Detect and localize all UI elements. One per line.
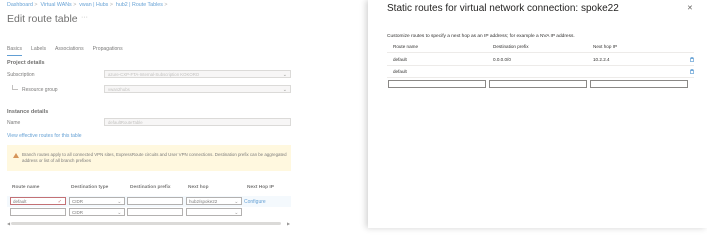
static-route-name: default — [393, 69, 407, 74]
delete-icon[interactable] — [690, 57, 694, 62]
delete-icon[interactable] — [690, 69, 694, 74]
row-divider — [387, 77, 694, 78]
edit-route-table-blade: Dashboard > Virtual WANs > vwan | Hubs > hu… — [0, 0, 368, 228]
static-route-destination-prefix: 0.0.0.0/0 — [493, 57, 511, 62]
col-header-next-hop-ip: Next hop IP — [593, 44, 618, 49]
col-header-route-name: Route name — [393, 44, 419, 49]
new-destination-prefix-input[interactable] — [489, 80, 587, 88]
new-route-name-input[interactable] — [388, 80, 486, 88]
header-divider — [387, 52, 694, 53]
row-divider — [387, 65, 694, 66]
static-routes-panel: Static routes for virtual network connec… — [368, 0, 707, 228]
close-icon[interactable]: ✕ — [687, 4, 693, 12]
new-next-hop-ip-input[interactable] — [590, 80, 688, 88]
panel-title: Static routes for virtual network connec… — [387, 3, 619, 14]
modal-overlay — [0, 0, 368, 228]
static-route-name: default — [393, 57, 407, 62]
panel-description: Customize routes to specify a next hop a… — [387, 34, 575, 39]
static-route-next-hop-ip: 10.2.2.4 — [593, 57, 610, 62]
col-header-destination-prefix: Destination prefix — [493, 44, 529, 49]
